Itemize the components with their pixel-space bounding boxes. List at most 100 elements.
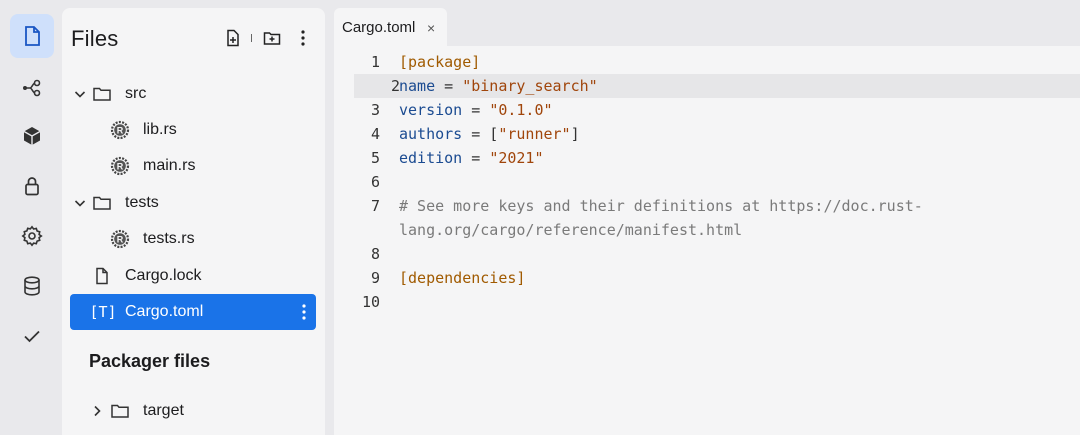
code-line: 3 version = "0.1.0" (334, 98, 1080, 122)
chevron-down-icon (74, 200, 86, 207)
tree-label: tests.rs (143, 230, 195, 247)
folder-icon (91, 83, 113, 105)
line-text: # See more keys and their definitions at… (399, 194, 923, 218)
new-folder-button[interactable] (261, 27, 283, 49)
code-line: 7 # See more keys and their definitions a… (334, 194, 1080, 218)
packages-rail-button[interactable] (10, 114, 54, 158)
chevron-down-icon (74, 91, 86, 98)
line-number: 3 (370, 101, 380, 119)
git-branch-icon (22, 79, 41, 97)
code-token: "binary_search" (462, 77, 598, 95)
tab-label: Cargo.toml (342, 18, 416, 36)
code-token: = [ (462, 125, 499, 143)
line-number: 5 (370, 149, 380, 167)
files-rail-button[interactable] (10, 14, 54, 58)
new-file-button[interactable] (222, 27, 244, 49)
app-window: Files src R lib.rs R main.rs tests R tes… (0, 0, 1080, 435)
tree-file-cargo-toml[interactable]: [T] Cargo.toml (70, 294, 316, 330)
code-token: edition (399, 149, 463, 167)
new-file-icon (227, 29, 239, 47)
lock-icon (25, 177, 39, 196)
secrets-rail-button[interactable] (10, 164, 54, 208)
tree-folder-target[interactable]: target (62, 393, 325, 429)
code-line: 5 edition = "2021" (334, 146, 1080, 170)
code-token: # See more keys and their definitions at… (399, 197, 923, 215)
svg-text:R: R (117, 235, 124, 245)
line-text: edition = "2021" (399, 146, 544, 170)
code-line: 9 [dependencies] (334, 266, 1080, 290)
rust-file-icon: R (109, 155, 131, 177)
line-number: 1 (370, 53, 380, 71)
checks-rail-button[interactable] (10, 314, 54, 358)
code-line: lang.org/cargo/reference/manifest.html (334, 218, 1080, 242)
code-editor: Cargo.toml × 1 [package] 2 name = "binary_s… (334, 8, 1080, 435)
settings-rail-button[interactable] (10, 214, 54, 258)
git-rail-button[interactable] (10, 66, 54, 110)
tree-label: lib.rs (143, 121, 177, 138)
line-number: 2 (390, 77, 400, 95)
database-icon (24, 276, 40, 296)
tree-label: Cargo.lock (125, 267, 202, 284)
chevron-right-icon (94, 405, 101, 417)
folder-icon (91, 192, 113, 214)
files-title: Files (71, 26, 119, 51)
header-divider (251, 34, 252, 42)
line-text: authors = ["runner"] (399, 122, 580, 146)
line-text: [package] (399, 50, 480, 74)
svg-text:R: R (117, 162, 124, 172)
code-token: "0.1.0" (489, 101, 553, 119)
tree-folder-src[interactable]: src (62, 76, 325, 112)
toml-file-icon: [T] (89, 303, 117, 321)
rust-file-icon: R (109, 119, 131, 141)
code-line: 10 (334, 290, 1080, 314)
rust-file-icon: R (109, 228, 131, 250)
code-line: 8 (334, 242, 1080, 266)
tab-cargo-toml[interactable]: Cargo.toml × (334, 8, 447, 46)
tree-label: target (143, 402, 184, 419)
files-menu-button[interactable] (292, 27, 314, 49)
line-number: 10 (361, 293, 380, 311)
code-token: version (399, 101, 463, 119)
code-line: 1 [package] (334, 50, 1080, 74)
code-token: "runner" (498, 125, 571, 143)
code-token: [dependencies] (399, 269, 526, 287)
tree-label: src (125, 85, 147, 102)
tree-label: Cargo.toml (125, 303, 204, 320)
close-icon[interactable]: × (427, 20, 435, 36)
code-line: 2 name = "binary_search" (354, 74, 1080, 98)
tree-file-main-rs[interactable]: R main.rs (62, 148, 325, 184)
svg-text:R: R (117, 126, 124, 136)
line-number: 4 (370, 125, 380, 143)
folder-icon (109, 400, 131, 422)
new-folder-icon (263, 32, 281, 45)
tree-file-cargo-lock[interactable]: Cargo.lock (62, 258, 325, 294)
code-token: [package] (399, 53, 481, 71)
line-text: version = "0.1.0" (399, 98, 553, 122)
code-token: = (462, 101, 490, 119)
file-icon (25, 26, 40, 46)
gear-icon (21, 225, 43, 247)
line-text: name = "binary_search" (399, 74, 598, 98)
code-token: lang.org/cargo/reference/manifest.html (399, 221, 743, 239)
tree-label: main.rs (143, 157, 196, 174)
check-icon (24, 330, 40, 343)
tree-folder-tests[interactable]: tests (62, 185, 325, 221)
tree-label: tests (125, 194, 159, 211)
tree-file-lib-rs[interactable]: R lib.rs (62, 112, 325, 148)
tree-file-tests-rs[interactable]: R tests.rs (62, 221, 325, 257)
code-token: authors (399, 125, 463, 143)
package-icon (23, 127, 41, 145)
line-number: 6 (370, 173, 380, 191)
kebab-menu-icon[interactable] (298, 302, 310, 322)
code-token: "2021" (489, 149, 544, 167)
line-number: 7 (370, 197, 380, 215)
file-icon (91, 265, 113, 287)
code-token: = (435, 77, 463, 95)
line-text: lang.org/cargo/reference/manifest.html (399, 218, 742, 242)
editor-tabbar: Cargo.toml × (334, 8, 1080, 46)
activity-rail (0, 0, 62, 435)
database-rail-button[interactable] (10, 264, 54, 308)
kebab-menu-icon (301, 30, 305, 46)
code-token: name (399, 77, 436, 95)
line-number: 9 (370, 269, 380, 287)
